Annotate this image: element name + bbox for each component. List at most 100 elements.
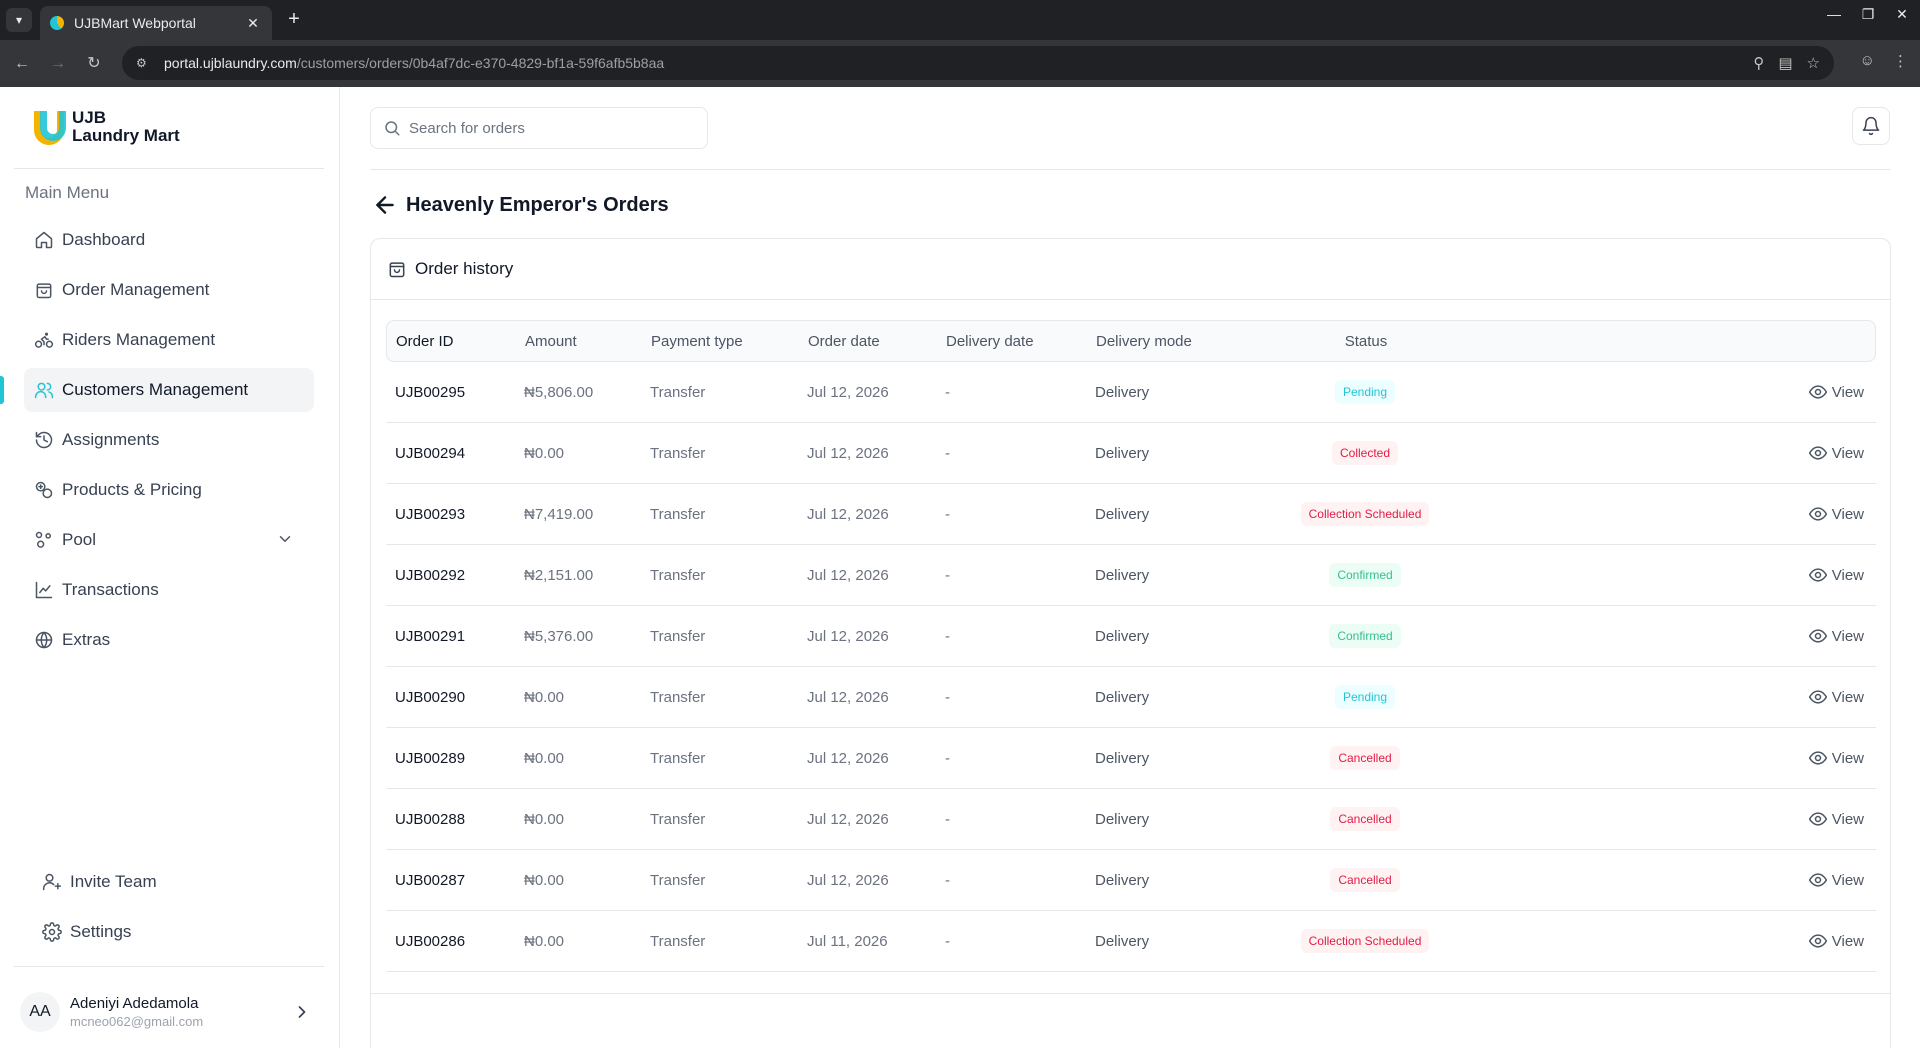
tags-icon <box>35 481 53 499</box>
browser-menu-icon[interactable]: ⋮ <box>1893 52 1908 70</box>
favicon-icon <box>50 16 64 30</box>
install-app-icon[interactable]: ▤ <box>1778 54 1792 72</box>
sidebar-item-dashboard[interactable]: Dashboard <box>24 218 314 262</box>
status-badge: Collection Scheduled <box>1300 929 1430 953</box>
user-profile[interactable]: AA Adeniyi Adedamola mcneo062@gmail.com <box>20 987 320 1037</box>
restore-icon[interactable]: ❐ <box>1858 6 1878 23</box>
table-row[interactable]: UJB00294 ₦0.00 Transfer Jul 12, 2026 - D… <box>386 423 1876 484</box>
eye-icon <box>1808 873 1827 887</box>
notifications-button[interactable] <box>1852 107 1890 145</box>
payment-type: Transfer <box>650 749 706 767</box>
table-row[interactable]: UJB00289 ₦0.00 Transfer Jul 12, 2026 - D… <box>386 728 1876 789</box>
status-cell: Cancelled <box>1266 850 1464 910</box>
status-cell: Collection Scheduled <box>1266 484 1464 544</box>
sidebar-item-label: Dashboard <box>62 230 146 249</box>
new-tab-button[interactable]: + <box>282 8 306 32</box>
table-row[interactable]: UJB00286 ₦0.00 Transfer Jul 11, 2026 - D… <box>386 911 1876 972</box>
order-amount: ₦0.00 <box>524 688 565 706</box>
delivery-date: - <box>945 932 950 950</box>
sidebar-item-products-pricing[interactable]: Products & Pricing <box>24 468 314 512</box>
tab-search-button[interactable]: ▾ <box>6 8 32 32</box>
user-name: Adeniyi Adedamola <box>70 995 199 1012</box>
delivery-date: - <box>945 627 950 645</box>
order-id: UJB00295 <box>395 383 466 401</box>
table-row[interactable]: UJB00293 ₦7,419.00 Transfer Jul 12, 2026… <box>386 484 1876 545</box>
arrow-left-icon[interactable] <box>372 192 398 218</box>
status-badge: Cancelled <box>1330 868 1400 892</box>
search-input[interactable] <box>409 119 689 137</box>
chevron-right-icon[interactable] <box>292 1002 312 1022</box>
zoom-icon[interactable]: ⚲ <box>1753 54 1764 72</box>
tab-close-icon[interactable]: ✕ <box>244 15 262 32</box>
delivery-date: - <box>945 688 950 706</box>
brand-logo[interactable]: UJB Laundry Mart <box>32 107 180 147</box>
table-row[interactable]: UJB00290 ₦0.00 Transfer Jul 12, 2026 - D… <box>386 667 1876 728</box>
order-id: UJB00291 <box>395 627 466 645</box>
chart-line-icon <box>35 581 53 599</box>
view-button[interactable]: View <box>1808 545 1864 605</box>
view-button[interactable]: View <box>1808 850 1864 910</box>
table-header: Order ID Amount Payment type Order date … <box>386 320 1876 362</box>
table-row[interactable]: UJB00287 ₦0.00 Transfer Jul 12, 2026 - D… <box>386 850 1876 911</box>
user-email: mcneo062@gmail.com <box>70 1014 204 1029</box>
search-box[interactable] <box>370 107 708 149</box>
delivery-date: - <box>945 810 950 828</box>
profile-icon[interactable]: ☺ <box>1860 52 1875 70</box>
tab-title: UJBMart Webportal <box>74 15 196 31</box>
table-row[interactable]: UJB00291 ₦5,376.00 Transfer Jul 12, 2026… <box>386 606 1876 667</box>
home-icon <box>35 231 53 249</box>
sidebar-item-label: Pool <box>62 530 97 549</box>
sidebar-item-settings[interactable]: Settings <box>34 910 314 954</box>
order-date: Jul 12, 2026 <box>807 566 889 584</box>
status-cell: Collected <box>1266 423 1464 483</box>
site-info-icon[interactable]: ⚙ <box>136 56 156 70</box>
eye-icon <box>1808 507 1827 521</box>
sidebar-item-customers-management[interactable]: Customers Management <box>0 368 314 412</box>
sidebar-item-label: Products & Pricing <box>62 480 202 499</box>
status-badge: Pending <box>1334 685 1396 709</box>
address-bar[interactable]: ⚙ portal.ujblaundry.com/customers/orders… <box>122 46 1834 80</box>
sidebar-item-extras[interactable]: Extras <box>24 618 314 662</box>
view-button[interactable]: View <box>1808 484 1864 544</box>
reload-icon[interactable]: ↻ <box>82 52 106 76</box>
back-nav-icon[interactable]: ← <box>10 52 34 76</box>
bookmark-star-icon[interactable]: ☆ <box>1807 54 1820 72</box>
view-button[interactable]: View <box>1808 789 1864 849</box>
table-row[interactable]: UJB00292 ₦2,151.00 Transfer Jul 12, 2026… <box>386 545 1876 606</box>
status-badge: Pending <box>1334 380 1396 404</box>
view-button[interactable]: View <box>1808 667 1864 727</box>
minimize-icon[interactable]: — <box>1824 6 1844 23</box>
sidebar-item-order-management[interactable]: Order Management <box>24 268 314 312</box>
view-button[interactable]: View <box>1808 911 1864 971</box>
chevron-down-icon[interactable] <box>276 530 294 548</box>
table-row[interactable]: UJB00288 ₦0.00 Transfer Jul 12, 2026 - D… <box>386 789 1876 850</box>
browser-tab[interactable]: UJBMart Webportal ✕ <box>40 6 272 40</box>
close-window-icon[interactable]: ✕ <box>1892 6 1912 23</box>
users-icon <box>34 382 54 399</box>
sidebar-item-invite-team[interactable]: Invite Team <box>34 860 314 904</box>
view-button[interactable]: View <box>1808 606 1864 666</box>
forward-nav-icon[interactable]: → <box>46 52 70 76</box>
sidebar-item-label: Riders Management <box>62 330 216 349</box>
view-label: View <box>1831 444 1864 462</box>
sidebar-item-transactions[interactable]: Transactions <box>24 568 314 612</box>
brand-name: UJB Laundry Mart <box>72 109 180 145</box>
payment-type: Transfer <box>650 444 706 462</box>
sidebar-item-pool[interactable]: Pool <box>24 518 314 562</box>
active-indicator <box>0 376 4 404</box>
eye-icon <box>1808 446 1827 460</box>
view-button[interactable]: View <box>1808 423 1864 483</box>
order-date: Jul 12, 2026 <box>807 810 889 828</box>
tab-strip: ▾ UJBMart Webportal ✕ + — ❐ ✕ <box>0 0 1920 40</box>
view-label: View <box>1831 627 1864 645</box>
status-cell: Collection Scheduled <box>1266 911 1464 971</box>
table-row[interactable]: UJB00295 ₦5,806.00 Transfer Jul 12, 2026… <box>386 362 1876 423</box>
sidebar-item-riders-management[interactable]: Riders Management <box>24 318 314 362</box>
column-header-delivery-date: Delivery date <box>946 332 1034 350</box>
sidebar-item-assignments[interactable]: Assignments <box>24 418 314 462</box>
view-button[interactable]: View <box>1808 728 1864 788</box>
sidebar-item-label: Assignments <box>62 430 160 449</box>
column-header-delivery-mode: Delivery mode <box>1096 332 1192 350</box>
status-cell: Pending <box>1266 362 1464 422</box>
view-button[interactable]: View <box>1808 362 1864 422</box>
